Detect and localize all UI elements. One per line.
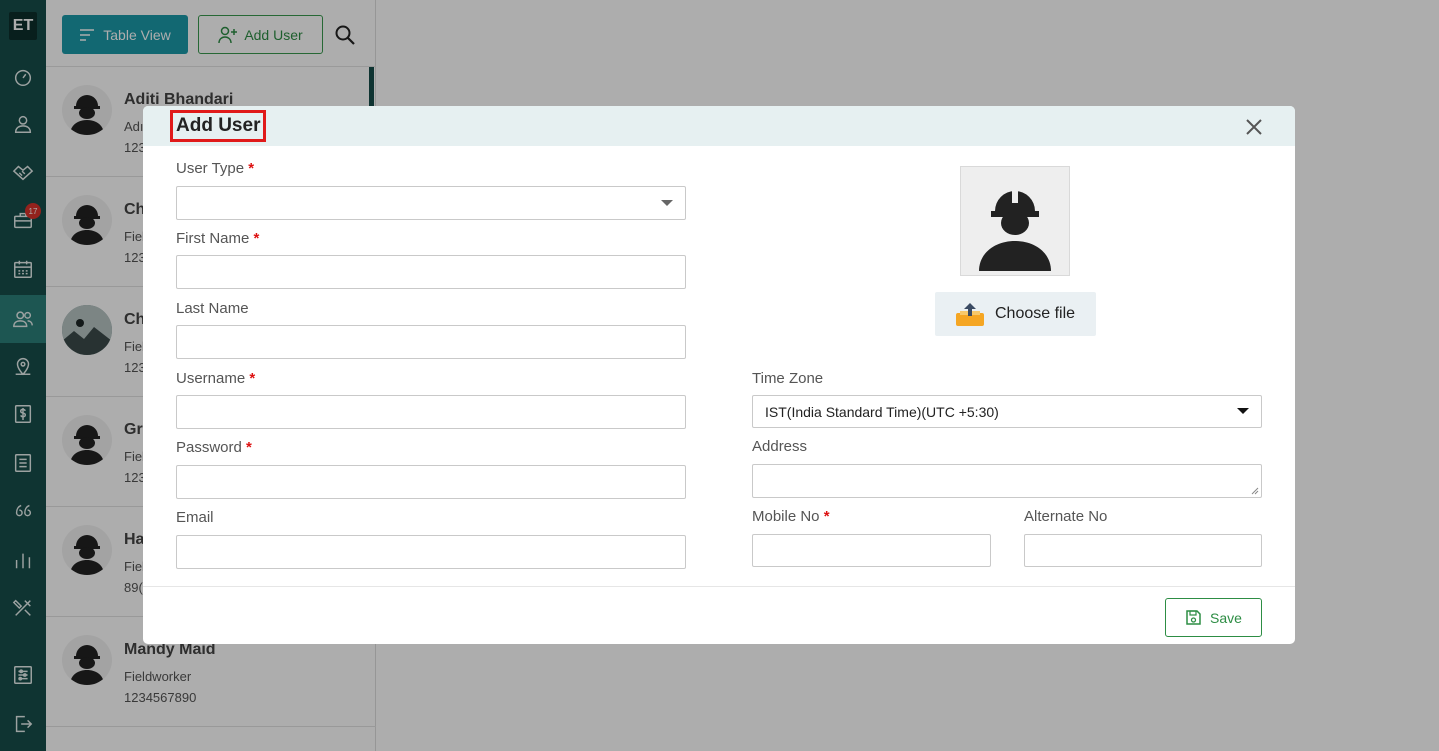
modal-title: Add User [170, 110, 267, 142]
save-icon [1186, 610, 1201, 625]
choose-file-label: Choose file [995, 305, 1076, 322]
email-label: Email [176, 509, 214, 526]
password-field[interactable] [176, 465, 686, 499]
alternate-no-field[interactable] [1024, 534, 1262, 567]
modal-footer: Save [143, 586, 1295, 644]
last-name-label: Last Name [176, 300, 249, 317]
chevron-down-icon [1237, 408, 1249, 414]
mobile-no-field[interactable] [752, 534, 991, 567]
chevron-down-icon [661, 200, 673, 206]
first-name-field[interactable] [176, 255, 686, 289]
add-user-modal: Add User User Type * First Name * Last N… [143, 106, 1295, 644]
time-zone-select[interactable]: IST(India Standard Time)(UTC +5:30) [752, 395, 1262, 428]
choose-file-button[interactable]: Choose file [935, 292, 1096, 336]
alternate-no-label: Alternate No [1024, 508, 1108, 525]
address-label: Address [752, 438, 808, 455]
modal-header: Add User [143, 106, 1295, 146]
time-zone-value: IST(India Standard Time)(UTC +5:30) [765, 404, 999, 420]
save-label: Save [1210, 609, 1242, 626]
user-type-select[interactable] [176, 186, 686, 220]
time-zone-label: Time Zone [752, 370, 824, 387]
resize-handle-icon[interactable] [1251, 487, 1259, 495]
close-button[interactable] [1243, 116, 1265, 138]
profile-picture [960, 166, 1070, 276]
user-type-label: User Type * [176, 160, 255, 177]
address-field[interactable] [752, 464, 1262, 498]
worker-avatar-icon [979, 189, 1051, 271]
save-button[interactable]: Save [1165, 598, 1262, 637]
last-name-field[interactable] [176, 325, 686, 359]
first-name-label: First Name * [176, 230, 260, 247]
email-field[interactable] [176, 535, 686, 569]
username-field[interactable] [176, 395, 686, 429]
close-icon [1246, 119, 1262, 135]
mobile-no-label: Mobile No * [752, 508, 830, 525]
upload-icon [956, 303, 984, 326]
password-label: Password * [176, 439, 252, 456]
username-label: Username * [176, 370, 256, 387]
